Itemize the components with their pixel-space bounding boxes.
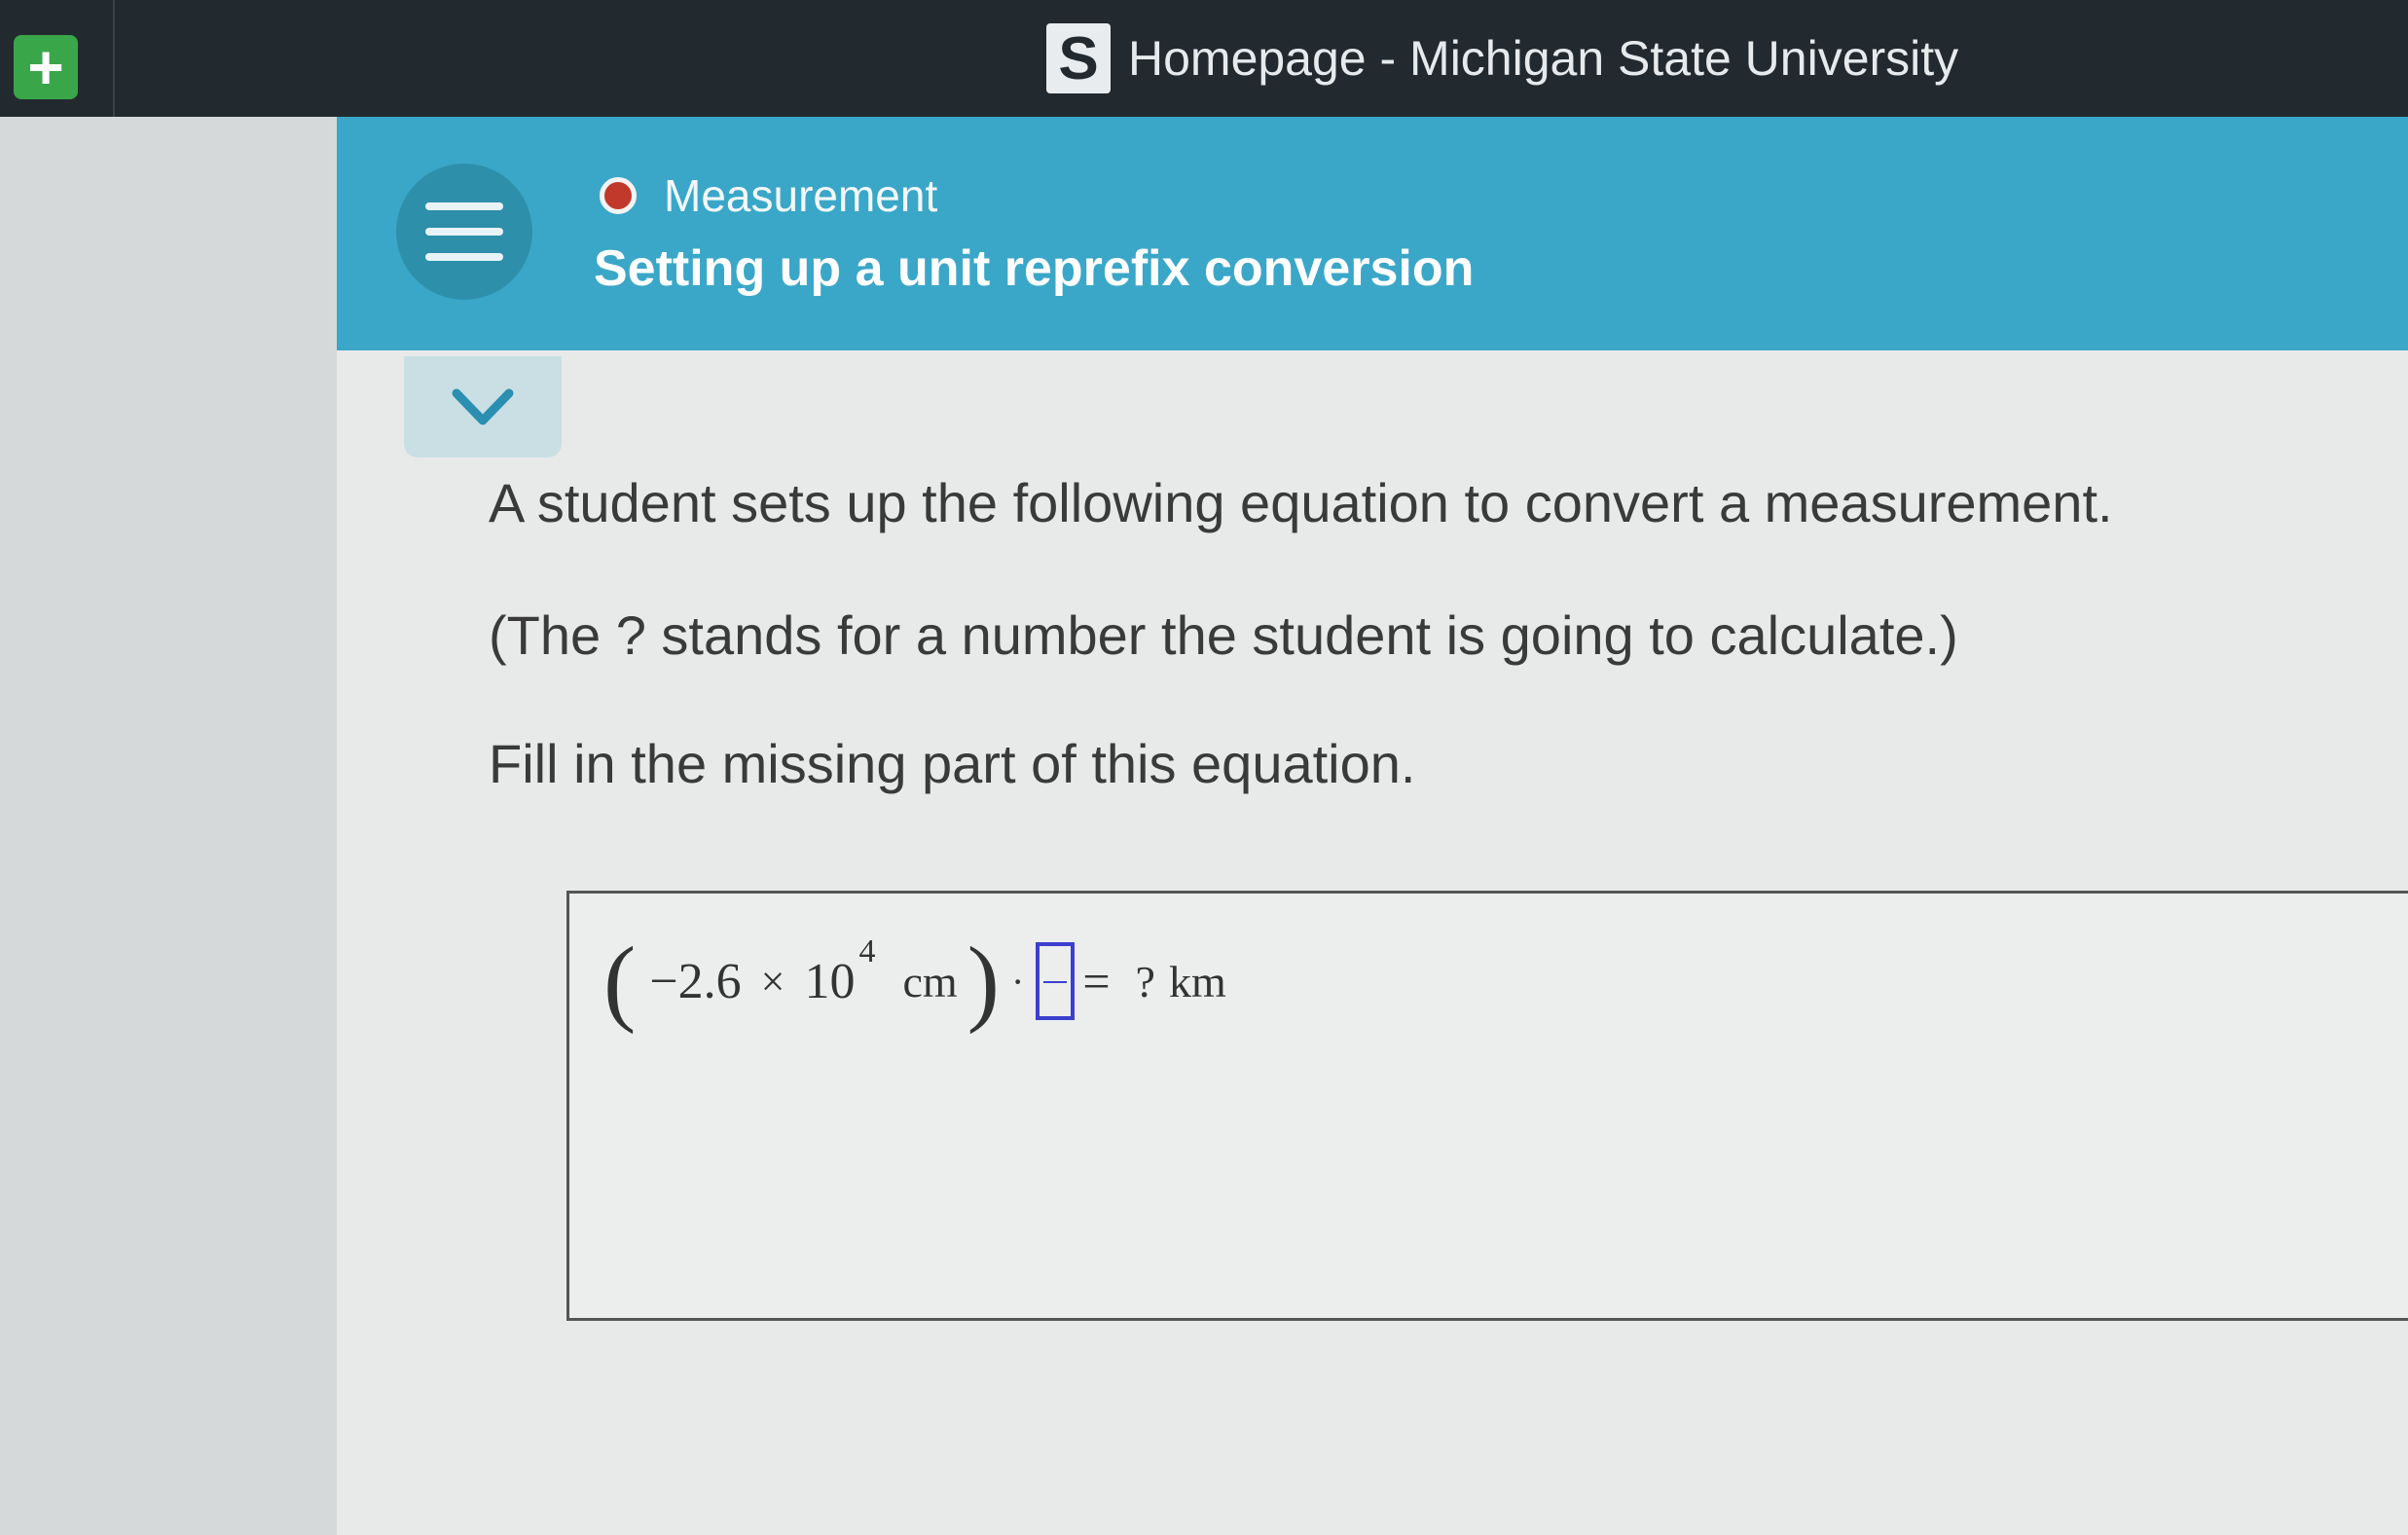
chevron-down-icon [452, 388, 514, 425]
question-line-3: Fill in the missing part of this equatio… [489, 733, 1416, 794]
equals-sign: = [1082, 954, 1111, 1008]
left-gutter [0, 117, 337, 1535]
starting-unit: cm [902, 956, 958, 1006]
open-paren: ( [603, 927, 637, 1035]
lesson-title: Setting up a unit reprefix conversion [594, 240, 1475, 297]
hamburger-menu-button[interactable] [396, 164, 532, 300]
times-sign: × [760, 957, 785, 1005]
new-tab-plus-icon[interactable]: + [14, 35, 78, 99]
topic-status-dot-icon [600, 177, 637, 214]
menu-line-icon [425, 253, 503, 261]
page-title-group: S Homepage - Michigan State University [1046, 23, 1958, 93]
menu-line-icon [425, 228, 503, 236]
result-unit: km [1168, 956, 1226, 1006]
equation-number: −2.6 [649, 953, 742, 1009]
unknown-value: ? [1135, 956, 1155, 1006]
menu-line-icon [425, 202, 503, 210]
conversion-equation: ( −2.6 × 10 4 cm ) · = ? km [603, 932, 1226, 1030]
power-base: 10 [804, 953, 856, 1009]
site-logo-icon: S [1046, 23, 1111, 93]
power-exponent: 4 [858, 933, 876, 969]
browser-top-bar: + S Homepage - Michigan State University [0, 0, 2408, 117]
question-line-1: A student sets up the following equation… [489, 472, 2113, 533]
top-bar-divider [113, 0, 115, 117]
question-line-2: (The ? stands for a number the student i… [489, 604, 1958, 666]
topic-row: Measurement [600, 169, 937, 222]
collapse-toggle-button[interactable] [404, 356, 562, 457]
lesson-header [337, 117, 2408, 350]
fraction-input-slot[interactable] [1036, 942, 1076, 1020]
page-title: Homepage - Michigan State University [1128, 31, 1959, 86]
topic-label: Measurement [664, 170, 938, 221]
multiply-dot: · [1010, 959, 1025, 1004]
close-paren: ) [967, 927, 1000, 1035]
